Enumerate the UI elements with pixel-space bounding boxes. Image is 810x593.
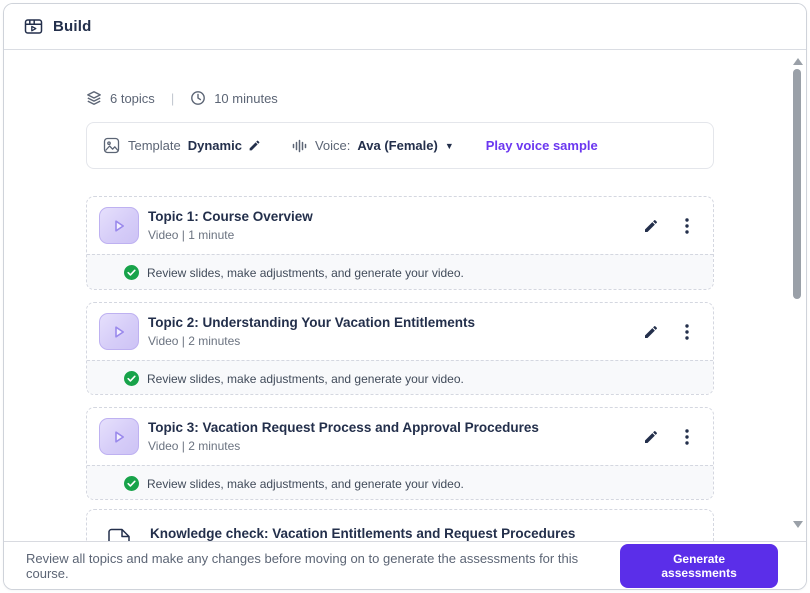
document-icon [107, 528, 131, 541]
chevron-down-icon: ▼ [445, 141, 454, 151]
scrollbar-thumb[interactable] [793, 69, 801, 299]
clock-icon [190, 90, 206, 106]
topic-meta: Video | 2 minutes [148, 439, 539, 453]
topic-more-menu-button[interactable] [683, 322, 691, 342]
build-panel: Build 6 topics | [3, 3, 807, 590]
footer-bar: Review all topics and make any changes b… [4, 541, 806, 589]
stats-separator: | [171, 91, 174, 106]
topic-status-text: Review slides, make adjustments, and gen… [147, 372, 464, 386]
template-value: Dynamic [188, 138, 242, 153]
check-circle-icon [124, 371, 139, 386]
topic-title: Knowledge check: Vacation Entitlements a… [150, 526, 575, 541]
edit-topic-button[interactable] [641, 427, 661, 447]
edit-topic-button[interactable] [641, 216, 661, 236]
voice-waveform-icon [291, 138, 307, 154]
topic-meta: Video | 2 minutes [148, 334, 475, 348]
course-duration: 10 minutes [214, 91, 278, 106]
footer-message: Review all topics and make any changes b… [26, 551, 620, 581]
topic-status-bar: Review slides, make adjustments, and gen… [87, 360, 713, 395]
voice-value: Ava (Female) [357, 138, 437, 153]
topic-more-menu-button[interactable] [683, 427, 691, 447]
topic-title: Topic 3: Vacation Request Process and Ap… [148, 420, 539, 435]
topic-status-text: Review slides, make adjustments, and gen… [147, 266, 464, 280]
topic-card-header: Topic 3: Vacation Request Process and Ap… [87, 408, 713, 465]
topics-count: 6 topics [110, 91, 155, 106]
edit-template-button[interactable] [248, 139, 261, 152]
video-play-icon [99, 313, 139, 350]
edit-topic-button[interactable] [641, 322, 661, 342]
topic-card-header: Topic 2: Understanding Your Vacation Ent… [87, 303, 713, 360]
video-play-icon [99, 207, 139, 244]
template-image-icon [103, 137, 120, 154]
play-voice-sample-link[interactable]: Play voice sample [486, 138, 598, 153]
check-circle-icon [124, 265, 139, 280]
content-scrollbar[interactable] [792, 50, 802, 541]
topic-status-bar: Review slides, make adjustments, and gen… [87, 465, 713, 500]
topic-card-2[interactable]: Topic 2: Understanding Your Vacation Ent… [86, 302, 714, 395]
template-label: Template [128, 138, 181, 153]
topic-more-menu-button[interactable] [683, 216, 691, 236]
topics-content: 6 topics | 10 minutes [4, 50, 806, 541]
voice-label: Voice: [315, 138, 350, 153]
topic-status-bar: Review slides, make adjustments, and gen… [87, 254, 713, 290]
page-title: Build [53, 18, 92, 35]
build-screen: Build 6 topics | [0, 0, 810, 593]
check-circle-icon [124, 476, 139, 491]
topic-card-header: Knowledge check: Vacation Entitlements a… [87, 510, 713, 541]
video-play-icon [99, 418, 139, 455]
topic-status-text: Review slides, make adjustments, and gen… [147, 477, 464, 491]
build-icon [24, 17, 43, 36]
voice-select[interactable]: Ava (Female) ▼ [350, 138, 453, 153]
panel-header: Build [4, 4, 806, 50]
course-stats: 6 topics | 10 minutes [86, 89, 278, 107]
generate-assessments-button[interactable]: Generate assessments [620, 544, 778, 588]
topic-card-3[interactable]: Topic 3: Vacation Request Process and Ap… [86, 407, 714, 500]
knowledge-check-card[interactable]: Knowledge check: Vacation Entitlements a… [86, 509, 714, 541]
topic-title: Topic 2: Understanding Your Vacation Ent… [148, 315, 475, 330]
scrollbar-down-arrow[interactable] [793, 521, 803, 528]
layers-icon [86, 90, 102, 106]
scrollbar-up-arrow[interactable] [793, 58, 803, 65]
settings-bar: Template Dynamic [86, 122, 714, 169]
topic-card-header: Topic 1: Course Overview Video | 1 minut… [87, 197, 713, 254]
topic-title: Topic 1: Course Overview [148, 209, 313, 224]
topic-card-1[interactable]: Topic 1: Course Overview Video | 1 minut… [86, 196, 714, 290]
topic-meta: Video | 1 minute [148, 228, 313, 242]
